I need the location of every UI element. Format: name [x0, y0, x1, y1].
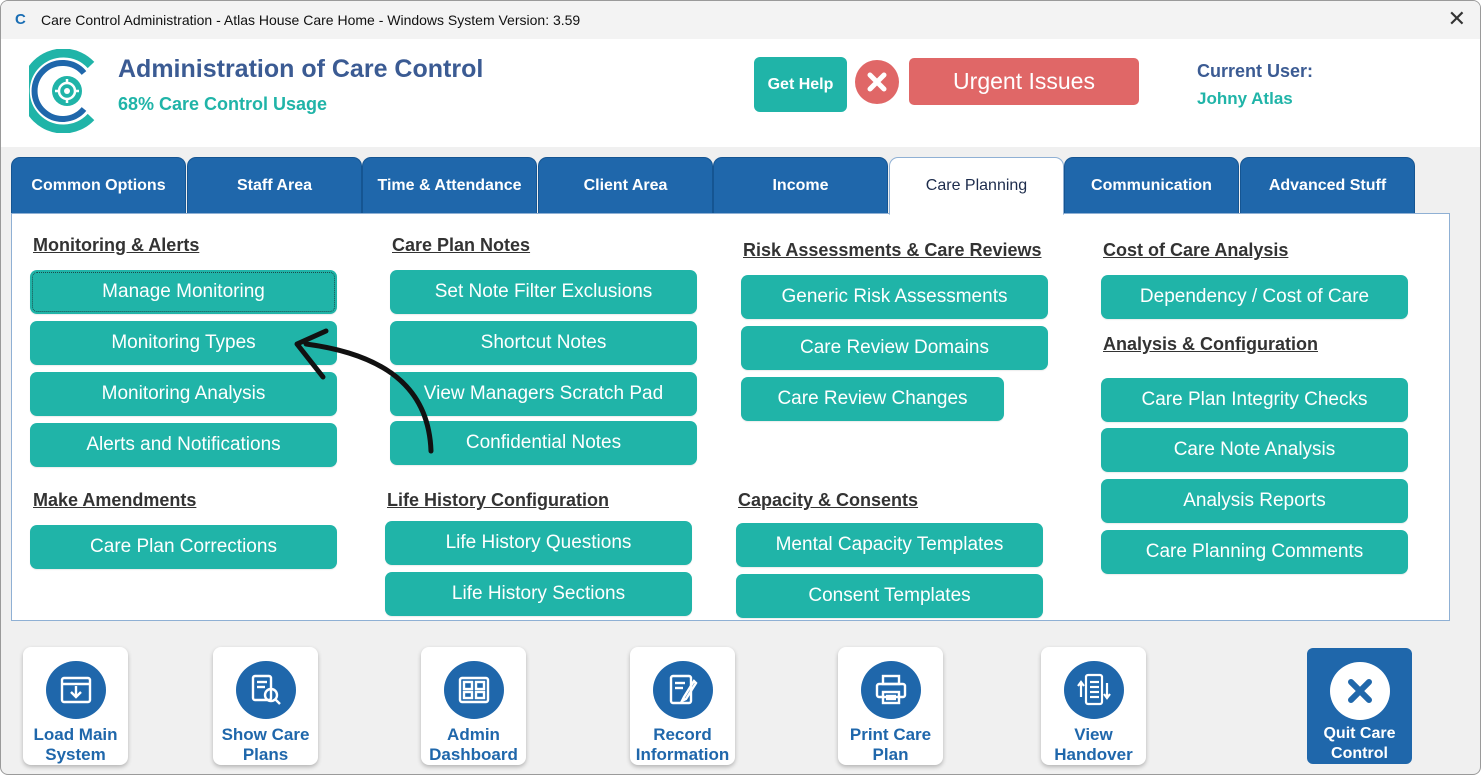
monitoring-analysis-button[interactable]: Monitoring Analysis: [30, 372, 337, 416]
analysis-reports-button[interactable]: Analysis Reports: [1101, 479, 1408, 523]
handover-icon: [1063, 661, 1124, 719]
care-review-changes-button[interactable]: Care Review Changes: [741, 377, 1004, 421]
set-note-filter-exclusions-button[interactable]: Set Note Filter Exclusions: [390, 270, 697, 314]
tab-client-area[interactable]: Client Area: [538, 157, 713, 214]
header: Administration of Care Control 68% Care …: [1, 39, 1480, 147]
care-plans-icon: [235, 661, 296, 719]
current-user-label: Current User:: [1197, 61, 1314, 81]
section-heading: Cost of Care Analysis: [1103, 240, 1289, 260]
show-care-plans-button[interactable]: Show Care Plans: [213, 647, 318, 765]
section-heading: Make Amendments: [33, 490, 197, 510]
urgent-alert-icon[interactable]: [855, 60, 899, 104]
printer-icon: [860, 661, 921, 719]
section-heading: Monitoring & Alerts: [33, 235, 200, 255]
app-logo-icon: C: [15, 11, 26, 28]
shortcut-notes-button[interactable]: Shortcut Notes: [390, 321, 697, 365]
toolbar-label: Print Care Plan: [849, 725, 932, 764]
consent-templates-button[interactable]: Consent Templates: [736, 574, 1043, 618]
monitoring-types-button[interactable]: Monitoring Types: [30, 321, 337, 365]
section-heading: Capacity & Consents: [738, 490, 919, 510]
tab-staff-area[interactable]: Staff Area: [187, 157, 362, 214]
section-heading: Life History Configuration: [387, 490, 609, 510]
dependency-cost-of-care-button[interactable]: Dependency / Cost of Care: [1101, 275, 1408, 319]
toolbar-label: Show Care Plans: [221, 725, 310, 764]
get-help-button[interactable]: Get Help: [754, 57, 847, 112]
current-user-name: Johny Atlas: [1197, 89, 1293, 108]
care-note-analysis-button[interactable]: Care Note Analysis: [1101, 428, 1408, 472]
dashboard-icon: [443, 661, 504, 719]
tab-advanced-stuff[interactable]: Advanced Stuff: [1240, 157, 1415, 214]
care-review-domains-button[interactable]: Care Review Domains: [741, 326, 1048, 370]
urgent-issues-button[interactable]: Urgent Issues: [909, 58, 1139, 105]
manage-monitoring-button[interactable]: Manage Monitoring: [30, 270, 337, 314]
confidential-notes-button[interactable]: Confidential Notes: [390, 421, 697, 465]
alerts-notifications-button[interactable]: Alerts and Notifications: [30, 423, 337, 467]
load-main-system-button[interactable]: Load Main System: [23, 647, 128, 765]
care-control-logo-icon: [29, 49, 95, 133]
page-title: Administration of Care Control: [118, 55, 484, 83]
tab-care-planning[interactable]: Care Planning: [889, 157, 1064, 215]
quit-care-control-button[interactable]: Quit Care Control: [1307, 648, 1412, 764]
section-heading: Risk Assessments & Care Reviews: [743, 240, 1042, 260]
care-plan-corrections-button[interactable]: Care Plan Corrections: [30, 525, 337, 569]
window-title: Care Control Administration - Atlas Hous…: [41, 12, 581, 28]
admin-dashboard-button[interactable]: Admin Dashboard: [421, 647, 526, 765]
mental-capacity-templates-button[interactable]: Mental Capacity Templates: [736, 523, 1043, 567]
life-history-questions-button[interactable]: Life History Questions: [385, 521, 692, 565]
tab-income[interactable]: Income: [713, 157, 888, 214]
section-heading: Analysis & Configuration: [1103, 334, 1319, 354]
care-planning-comments-button[interactable]: Care Planning Comments: [1101, 530, 1408, 574]
record-information-button[interactable]: Record Information: [630, 647, 735, 765]
view-handover-button[interactable]: View Handover: [1041, 647, 1146, 765]
record-icon: [652, 661, 713, 719]
tab-common-options[interactable]: Common Options: [11, 157, 186, 214]
care-planning-panel: Monitoring & Alerts Manage Monitoring Mo…: [11, 213, 1450, 621]
print-care-plan-button[interactable]: Print Care Plan: [838, 647, 943, 765]
close-icon[interactable]: ✕: [1448, 7, 1466, 32]
app-window: C Care Control Administration - Atlas Ho…: [0, 0, 1481, 775]
toolbar-label: Record Information: [635, 725, 730, 764]
close-circle-icon: [1329, 662, 1390, 720]
usage-indicator: 68% Care Control Usage: [118, 94, 328, 114]
life-history-sections-button[interactable]: Life History Sections: [385, 572, 692, 616]
title-bar: C Care Control Administration - Atlas Ho…: [1, 1, 1480, 39]
tab-communication[interactable]: Communication: [1064, 157, 1239, 214]
section-heading: Care Plan Notes: [392, 235, 531, 255]
view-managers-scratch-pad-button[interactable]: View Managers Scratch Pad: [390, 372, 697, 416]
load-system-icon: [45, 661, 106, 719]
care-plan-integrity-checks-button[interactable]: Care Plan Integrity Checks: [1101, 378, 1408, 422]
toolbar-label: View Handover: [1054, 725, 1133, 764]
toolbar-label: Load Main System: [33, 725, 118, 764]
generic-risk-assessments-button[interactable]: Generic Risk Assessments: [741, 275, 1048, 319]
toolbar-label: Admin Dashboard: [429, 725, 518, 764]
quit-label: Quit Care Control: [1323, 725, 1396, 762]
tab-time-attendance[interactable]: Time & Attendance: [362, 157, 537, 214]
